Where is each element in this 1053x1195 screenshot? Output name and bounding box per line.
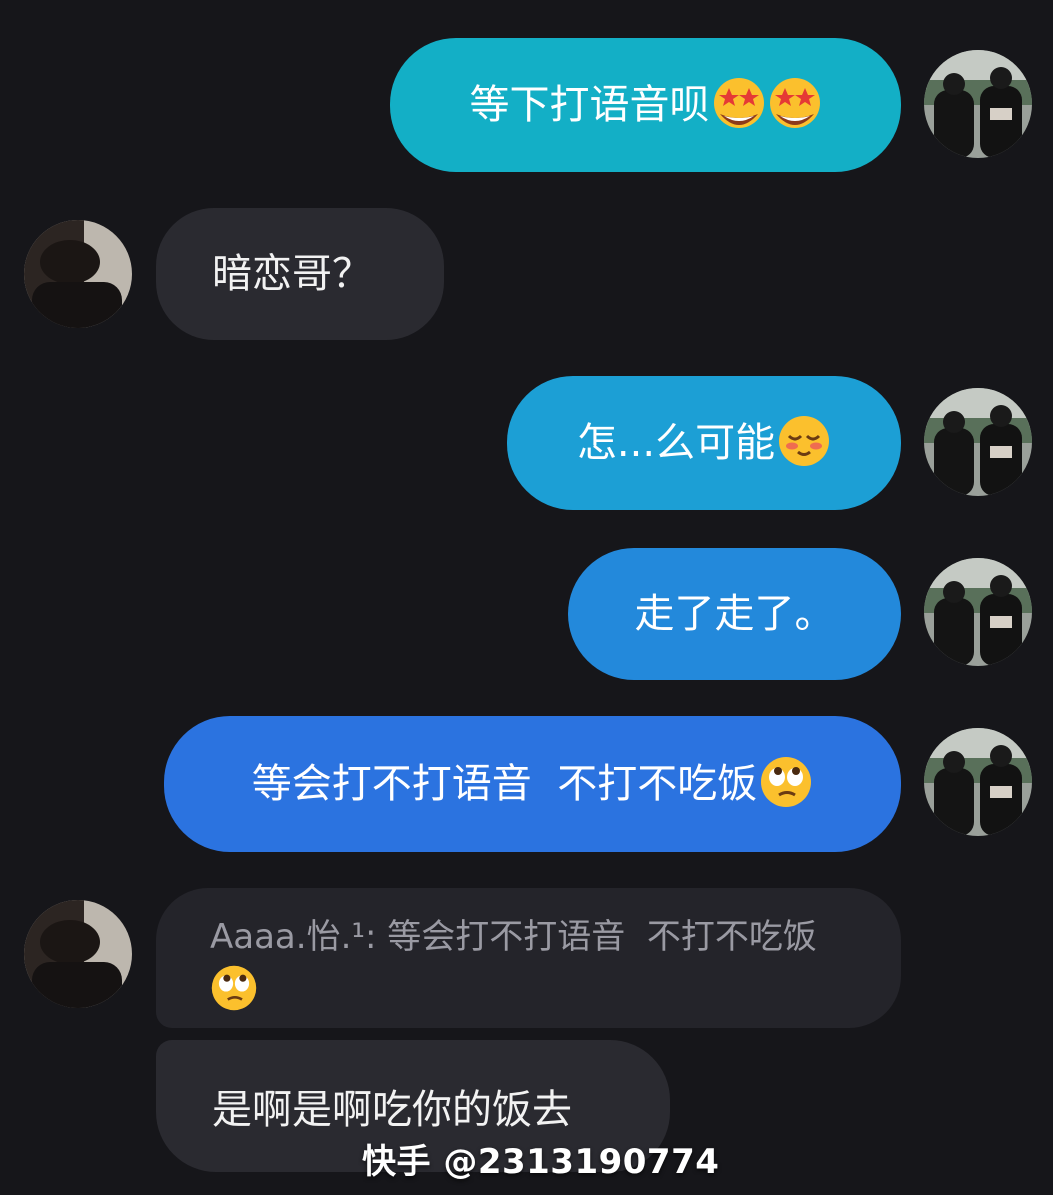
message-bubble-outgoing[interactable]: 等下打语音呗 [390,38,901,172]
eye-roll-emoji [210,964,258,1012]
message-bubble-outgoing[interactable]: 等会打不打语音 不打不吃饭 [164,716,901,852]
contact-avatar[interactable] [24,220,132,328]
star-struck-emoji [768,76,822,130]
message-text: 等下打语音呗 [469,82,710,128]
message-text: 是啊是啊吃你的饭去 [212,1087,572,1133]
my-avatar[interactable] [924,558,1032,666]
message-text: 走了走了。 [634,591,835,637]
my-avatar[interactable] [924,50,1032,158]
message-text: 怎...么可能 [576,420,776,466]
message-bubble-outgoing[interactable]: 怎...么可能 [507,376,901,510]
message-bubble-incoming[interactable]: 暗恋哥？ [156,208,444,340]
quoted-message[interactable]: Aaaa.怡.¹: 等会打不打语音 不打不吃饭 [156,888,901,1028]
contact-avatar[interactable] [24,900,132,1008]
message-bubble-outgoing[interactable]: 走了走了。 [568,548,901,680]
quoted-message-text: Aaaa.怡.¹: 等会打不打语音 不打不吃饭 [210,917,817,957]
eye-roll-emoji [759,755,813,809]
relieved-blush-emoji [777,414,831,468]
star-struck-emoji [712,76,766,130]
message-text: 等会打不打语音 不打不吃饭 [251,761,758,807]
kuaishou-watermark: 快手 @2313190774 [362,1142,720,1182]
chat-screen: 等下打语音呗 暗恋哥？ 怎...么可能 走了走了。 等会打不打语音 不打不吃饭 … [0,0,1053,1195]
my-avatar[interactable] [924,728,1032,836]
message-text: 暗恋哥？ [212,251,372,297]
my-avatar[interactable] [924,388,1032,496]
